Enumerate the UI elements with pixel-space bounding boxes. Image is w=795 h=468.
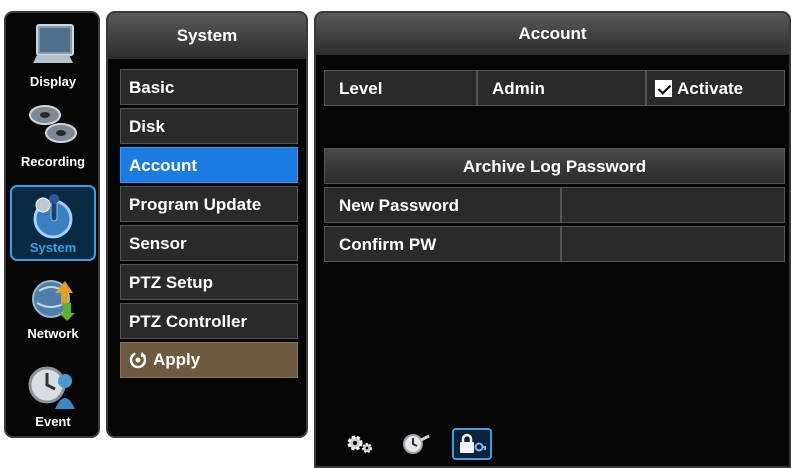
rail-label: Recording <box>20 154 86 169</box>
system-menu: System Basic Disk Account Program Update… <box>106 11 308 438</box>
new-password-row: New Password <box>324 187 785 223</box>
lock-key-icon <box>460 433 486 453</box>
rail-item-display[interactable]: Display <box>10 17 96 93</box>
gears-icon <box>347 435 372 453</box>
rail-item-network[interactable]: Network <box>10 269 96 345</box>
new-password-input[interactable] <box>561 187 785 223</box>
apply-button[interactable]: Apply <box>120 342 298 378</box>
level-value-select[interactable]: Admin <box>477 70 646 106</box>
apply-label: Apply <box>153 350 201 369</box>
activate-checkbox[interactable]: Activate <box>646 70 785 106</box>
menu-item-program-update[interactable]: Program Update <box>120 186 298 222</box>
activate-label: Activate <box>677 79 744 98</box>
menu-item-basic[interactable]: Basic <box>120 69 298 105</box>
confirm-pw-row: Confirm PW <box>324 226 785 262</box>
menu-item-ptz-setup[interactable]: PTZ Setup <box>120 264 298 300</box>
system-joystick-icon <box>33 194 73 239</box>
new-password-label: New Password <box>324 187 561 223</box>
globe-arrows-icon <box>32 280 75 321</box>
monitor-icon <box>33 24 74 63</box>
tab-general[interactable] <box>340 428 380 460</box>
clock-person-icon <box>28 366 75 409</box>
rail-label: Display <box>29 74 77 89</box>
tab-security[interactable] <box>452 428 492 460</box>
category-rail: Display Recording System Network Event <box>4 11 100 438</box>
confirm-pw-label: Confirm PW <box>324 226 561 262</box>
level-row: Level Admin Activate <box>324 70 785 106</box>
rail-label: Network <box>27 326 79 341</box>
rail-label: Event <box>35 414 71 429</box>
tab-schedule[interactable] <box>396 428 436 460</box>
menu-item-disk[interactable]: Disk <box>120 108 298 144</box>
rail-item-recording[interactable]: Recording <box>10 97 96 173</box>
film-reels-icon <box>29 105 77 143</box>
checkbox-check-icon <box>655 80 672 97</box>
menu-item-account[interactable]: Account <box>120 147 298 183</box>
rail-item-event[interactable]: Event <box>10 357 96 433</box>
account-panel: Account Level Admin Activate Archive Log… <box>314 11 791 468</box>
menu-title: System <box>108 13 306 60</box>
archive-log-password-title: Archive Log Password <box>324 148 785 184</box>
menu-item-sensor[interactable]: Sensor <box>120 225 298 261</box>
sub-tab-bar <box>340 428 492 460</box>
menu-item-ptz-controller[interactable]: PTZ Controller <box>120 303 298 339</box>
confirm-pw-input[interactable] <box>561 226 785 262</box>
menu-list: Basic Disk Account Program Update Sensor… <box>120 69 298 381</box>
rail-label: System <box>29 240 77 255</box>
level-label: Level <box>324 70 477 106</box>
refresh-icon <box>129 351 147 369</box>
panel-title: Account <box>316 13 789 55</box>
rail-item-system[interactable]: System <box>10 185 96 261</box>
clock-wrench-icon <box>403 434 430 454</box>
